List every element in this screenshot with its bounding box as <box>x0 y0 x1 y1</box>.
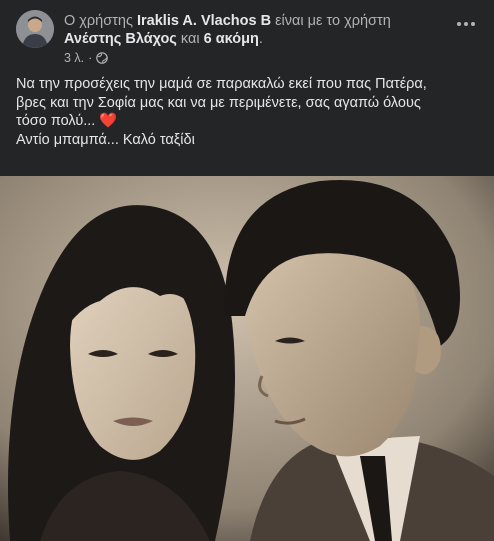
post-time-link[interactable]: 3 λ. <box>64 51 84 65</box>
post-text: Να την προσέχεις την μαμά σε παρακαλώ εκ… <box>16 75 484 149</box>
post-photo[interactable] <box>0 176 494 541</box>
more-options-button[interactable] <box>452 14 480 34</box>
dot-icon <box>464 22 468 26</box>
heart-emoji-icon: ❤️ <box>99 113 118 129</box>
others-link[interactable]: 6 ακόμη <box>204 31 259 47</box>
dot-icon <box>471 22 475 26</box>
avatar-image <box>16 10 54 48</box>
author-name-link[interactable]: Iraklis A. Vlachos B <box>137 13 271 29</box>
author-avatar[interactable] <box>16 10 54 48</box>
meta-separator: · <box>88 51 93 65</box>
period-text: . <box>258 31 263 47</box>
post-text-line: Αντίο μπαμπά... Καλό ταξίδι <box>16 131 195 148</box>
post-text-line: Να την προσέχεις την μαμά σε παρακαλώ εκ… <box>16 76 427 92</box>
post-text-line: βρες και την Σοφία μας και να με περιμέν… <box>16 94 421 111</box>
post-text-fragment: τόσο πολύ... <box>16 113 96 129</box>
post-header-line-2: Ανέστης Βλάχος και 6 ακόμη. <box>64 30 444 49</box>
tagged-user-link[interactable]: Ανέστης Βλάχος <box>64 31 177 47</box>
dot-icon <box>457 22 461 26</box>
post-header-line-1: Ο χρήστης Iraklis A. Vlachos B είναι με … <box>64 12 444 31</box>
and-text: και <box>180 31 200 47</box>
post-text-line: τόσο πολύ... ❤️ <box>16 112 484 131</box>
post-header: Ο χρήστης Iraklis A. Vlachos B είναι με … <box>0 0 494 65</box>
header-prefix: Ο χρήστης <box>64 13 133 29</box>
with-text: είναι με το χρήστη <box>275 13 391 29</box>
vintage-couple-photo-icon <box>0 176 494 541</box>
post-meta: 3 λ. · <box>64 50 109 66</box>
globe-icon[interactable] <box>96 52 109 64</box>
